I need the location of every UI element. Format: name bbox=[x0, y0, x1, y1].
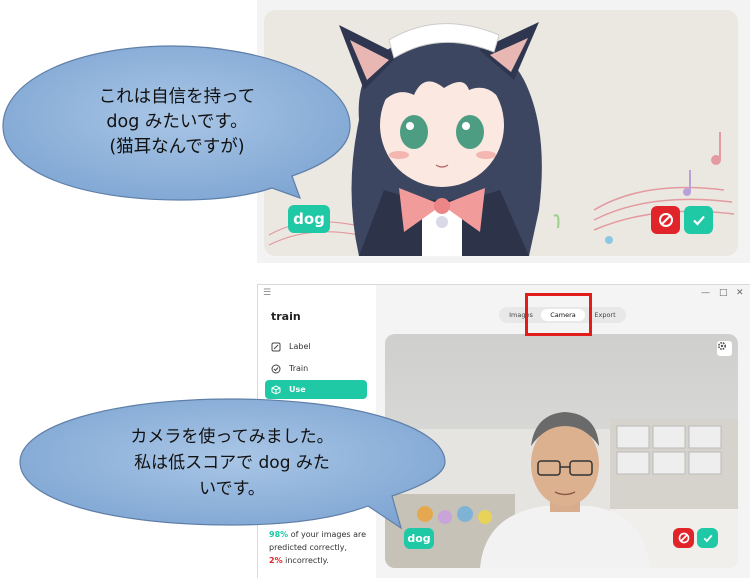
camera-accept-button[interactable] bbox=[697, 528, 718, 548]
nav-label: Use bbox=[289, 385, 306, 394]
settings-gear-button[interactable] bbox=[717, 341, 732, 356]
top-bubble-line-3: (猫耳なんですが) bbox=[109, 137, 245, 157]
check-circle-icon bbox=[271, 364, 281, 374]
close-icon[interactable]: ✕ bbox=[736, 288, 744, 298]
bottom-bubble-line-2: 私は低スコアで dog みた bbox=[134, 453, 330, 473]
minimize-icon[interactable]: — bbox=[701, 288, 710, 298]
block-icon bbox=[678, 532, 689, 544]
sidebar-item-label[interactable]: Label bbox=[265, 337, 367, 356]
block-icon bbox=[658, 213, 673, 227]
project-title: train bbox=[271, 310, 301, 323]
top-bubble-line-2: dog みたいです。 bbox=[106, 112, 248, 132]
camera-reject-button[interactable] bbox=[673, 528, 694, 548]
bottom-bubble-text: カメラを使ってみました。 私は低スコアで dog みた いです。 bbox=[62, 424, 402, 502]
top-prediction-label: dog bbox=[288, 205, 330, 233]
check-icon bbox=[692, 215, 705, 226]
camera-prediction-label: dog bbox=[404, 528, 434, 549]
sidebar-item-use[interactable]: Use bbox=[265, 380, 367, 399]
accuracy-stats: 98% of your images are predicted correct… bbox=[269, 528, 373, 567]
top-reject-button[interactable] bbox=[651, 206, 680, 234]
camera-tab-highlight bbox=[525, 293, 592, 336]
correct-percentage: 98% bbox=[269, 530, 289, 539]
check-icon bbox=[703, 534, 712, 543]
top-bubble-text: これは自信を持って dog みたいです。 (猫耳なんですが) bbox=[40, 85, 314, 160]
edit-icon bbox=[271, 342, 281, 352]
box-icon bbox=[271, 384, 281, 395]
gear-icon bbox=[717, 341, 727, 351]
incorrect-percentage: 2% bbox=[269, 556, 283, 565]
nav-label: Label bbox=[289, 342, 311, 351]
top-bubble-line-1: これは自信を持って bbox=[98, 87, 256, 107]
hamburger-menu-icon[interactable]: ☰ bbox=[263, 288, 271, 298]
incorrect-text: incorrectly. bbox=[282, 556, 329, 565]
bottom-bubble-line-3: いです。 bbox=[199, 479, 265, 499]
nav-label: Train bbox=[289, 364, 309, 373]
bottom-bubble-line-1: カメラを使ってみました。 bbox=[130, 427, 334, 447]
sidebar-item-train[interactable]: Train bbox=[265, 359, 367, 378]
maximize-icon[interactable]: □ bbox=[719, 288, 728, 298]
top-accept-button[interactable] bbox=[684, 206, 713, 234]
